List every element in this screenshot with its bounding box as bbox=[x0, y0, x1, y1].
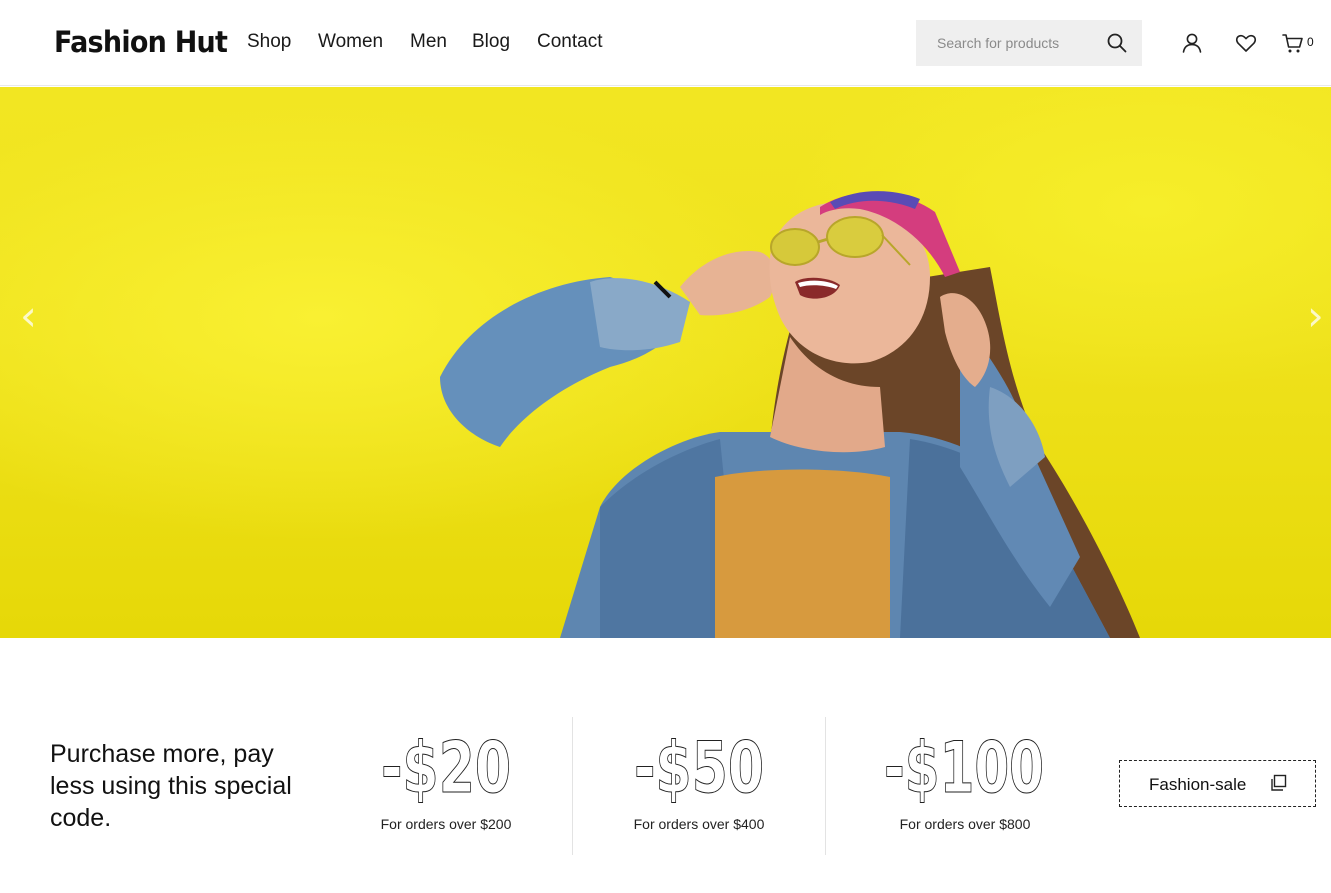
site-logo[interactable]: Fashion Hut bbox=[54, 25, 228, 59]
cart-count-badge: 0 bbox=[1307, 35, 1314, 49]
offer-note-100: For orders over $800 bbox=[899, 816, 1031, 832]
nav-item-men[interactable]: Men bbox=[410, 31, 447, 53]
offer-amount-text: -$50 bbox=[634, 727, 764, 806]
slider-next-button[interactable]: › bbox=[1307, 295, 1324, 337]
promo-divider bbox=[825, 717, 826, 855]
offer-amount-text: -$20 bbox=[381, 727, 511, 806]
nav-item-shop[interactable]: Shop bbox=[247, 31, 291, 53]
hero-slider: ‹ › bbox=[0, 87, 1331, 638]
offer-amount-20: -$20 bbox=[379, 720, 519, 807]
offer-amount-text: -$100 bbox=[884, 727, 1044, 806]
slider-prev-button[interactable]: ‹ bbox=[20, 295, 37, 337]
coupon-code: Fashion-sale bbox=[1149, 775, 1247, 794]
offer-amount-100: -$100 bbox=[882, 720, 1052, 807]
search-input[interactable] bbox=[916, 20, 1096, 66]
heart-icon[interactable] bbox=[1234, 31, 1258, 55]
copy-icon[interactable] bbox=[1270, 774, 1288, 792]
nav-item-contact[interactable]: Contact bbox=[537, 31, 602, 53]
promo-headline: Purchase more, pay less using this speci… bbox=[50, 740, 292, 832]
offer-note-50: For orders over $400 bbox=[633, 816, 765, 832]
promo-divider bbox=[572, 717, 573, 855]
offer-note-20: For orders over $200 bbox=[380, 816, 512, 832]
coupon-code-box[interactable]: Fashion-sale bbox=[1119, 760, 1316, 807]
search-box bbox=[916, 20, 1142, 66]
user-icon[interactable] bbox=[1180, 31, 1204, 55]
nav-item-blog[interactable]: Blog bbox=[472, 31, 510, 53]
search-icon[interactable] bbox=[1106, 32, 1128, 54]
site-header: Fashion Hut Shop Women Men Blog Contact bbox=[0, 0, 1331, 86]
offer-amount-50: -$50 bbox=[632, 720, 772, 807]
hero-image bbox=[440, 191, 1140, 638]
cart-icon[interactable] bbox=[1281, 31, 1305, 55]
nav-item-women[interactable]: Women bbox=[318, 31, 383, 53]
